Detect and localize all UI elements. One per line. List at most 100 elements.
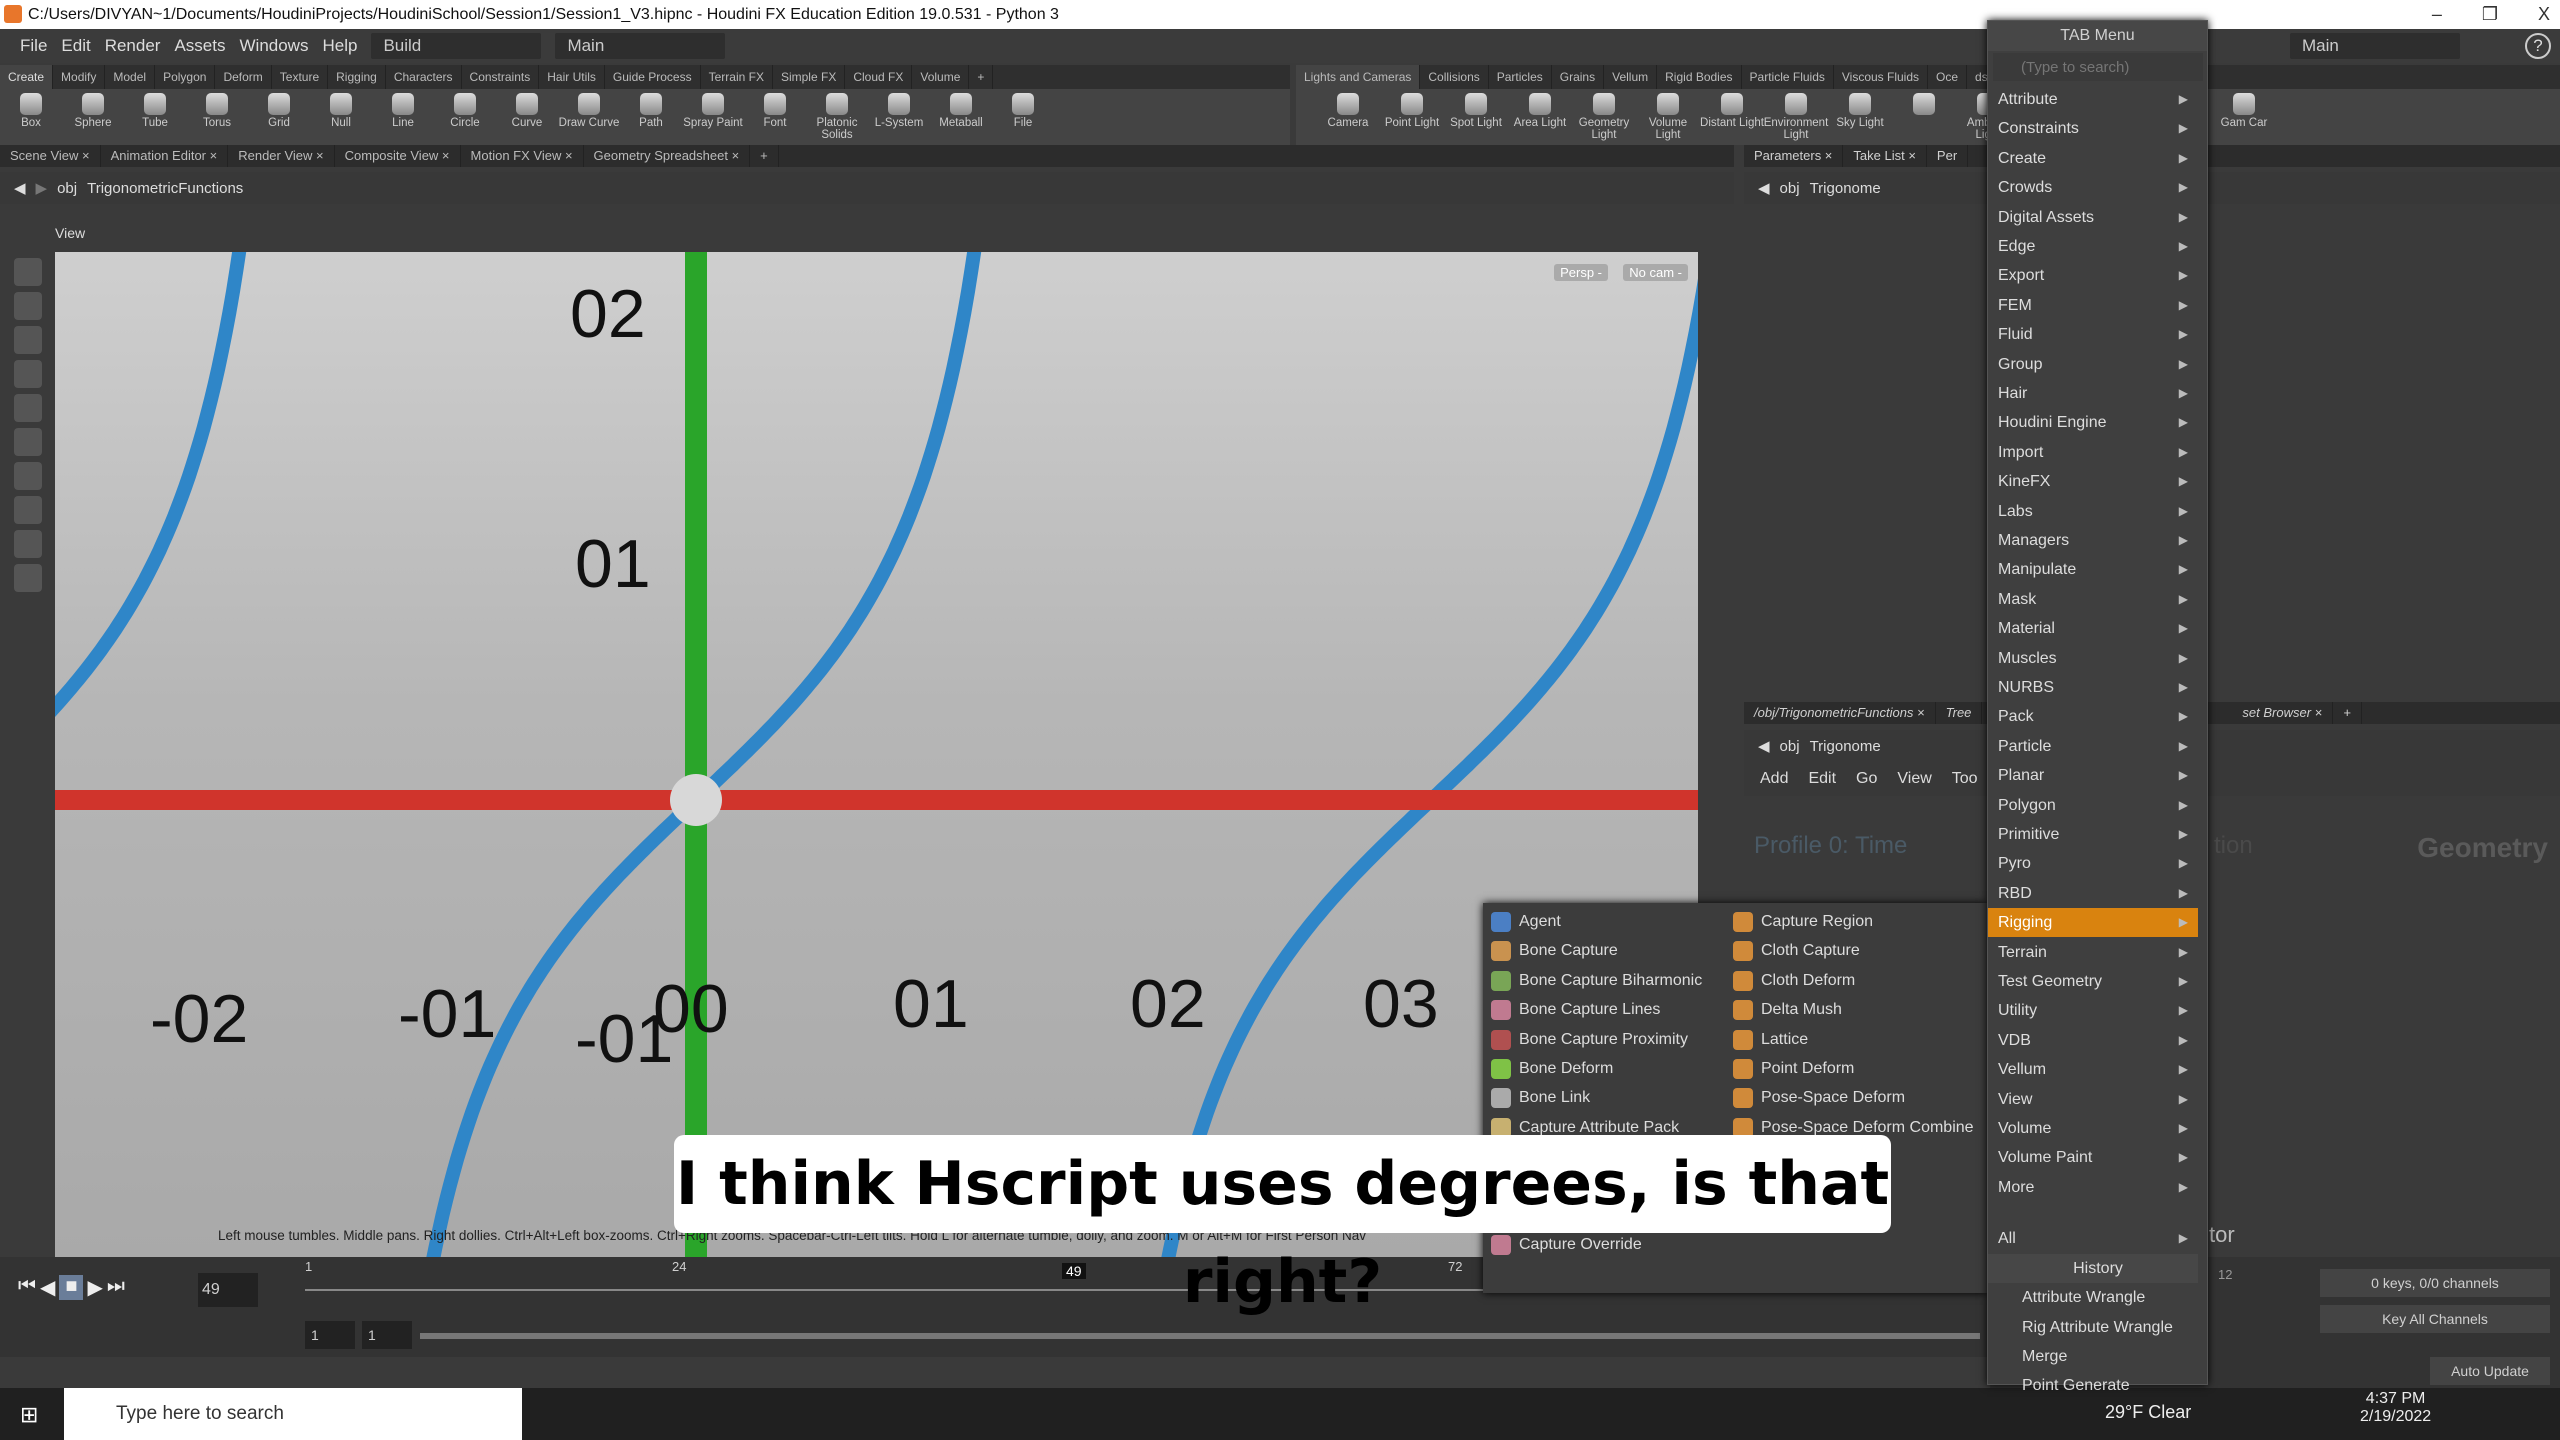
minimize-button[interactable]: – <box>2432 0 2442 29</box>
shelf-tool[interactable] <box>1892 89 1956 145</box>
shelf-tool[interactable]: L-System <box>868 89 930 145</box>
shelf-tool[interactable]: Distant Light <box>1700 89 1764 145</box>
submenu-item[interactable]: Point Deform <box>1725 1054 1854 1083</box>
shelf-tab[interactable]: + <box>969 65 994 89</box>
path-root[interactable]: obj <box>1780 180 1800 197</box>
history-item[interactable]: Rig Attribute Wrangle <box>1988 1313 2198 1342</box>
shelf-tool[interactable]: Volume Light <box>1636 89 1700 145</box>
back-icon[interactable]: ◀ <box>1758 179 1770 197</box>
tab-menu-item-primitive[interactable]: Primitive ▶ <box>1988 820 2198 849</box>
shelf-tool[interactable]: Point Light <box>1380 89 1444 145</box>
pane-tab[interactable]: /obj/TrigonometricFunctions × <box>1744 702 1936 724</box>
shelf-tab[interactable]: Hair Utils <box>539 65 605 89</box>
submenu-item[interactable]: Cloth Capture <box>1725 936 1860 965</box>
tab-menu-item-rbd[interactable]: RBD ▶ <box>1988 879 2198 908</box>
history-item[interactable]: Attribute Wrangle <box>1988 1283 2198 1312</box>
shelf-tab[interactable]: Simple FX <box>773 65 846 89</box>
tab-menu-item-terrain[interactable]: Terrain ▶ <box>1988 938 2198 967</box>
shelf-tool[interactable]: Box <box>0 89 62 145</box>
tab-menu-item-polygon[interactable]: Polygon ▶ <box>1988 791 2198 820</box>
tab-menu-item-view[interactable]: View ▶ <box>1988 1085 2198 1114</box>
tab-menu-item-all[interactable]: All ▶ <box>1988 1224 2198 1253</box>
tool-icon[interactable] <box>13 530 42 558</box>
play-button[interactable]: ▶ <box>87 1275 102 1300</box>
tab-menu-item-mask[interactable]: Mask ▶ <box>1988 585 2198 614</box>
path-node[interactable]: Trigonome <box>1810 738 1881 755</box>
shelf-tool[interactable]: Circle <box>434 89 496 145</box>
tab-menu-item-fluid[interactable]: Fluid ▶ <box>1988 320 2198 349</box>
shelf-tool[interactable]: Spot Light <box>1444 89 1508 145</box>
jump-start-button[interactable]: ⏮ <box>18 1275 36 1300</box>
menu-assets[interactable]: Assets <box>174 36 225 56</box>
back-icon[interactable]: ◀ <box>14 179 26 197</box>
frame-field[interactable]: 49 <box>198 1273 258 1307</box>
tab-menu-item-pack[interactable]: Pack ▶ <box>1988 702 2198 731</box>
network-menu-item[interactable]: Go <box>1856 770 1877 788</box>
shelf-tool[interactable]: Spray Paint <box>682 89 744 145</box>
shelf-tool[interactable]: Area Light <box>1508 89 1572 145</box>
clock[interactable]: 4:37 PM 2/19/2022 <box>2360 1390 2431 1426</box>
shelf-tab[interactable]: Model <box>105 65 156 89</box>
shelf-tab[interactable]: Constraints <box>462 65 540 89</box>
shelf-tab[interactable]: Texture <box>272 65 329 89</box>
shelf-tool[interactable]: Platonic Solids <box>806 89 868 145</box>
shelf-tool[interactable]: Environment Light <box>1764 89 1828 145</box>
pane-tab[interactable]: Tree <box>1936 702 1983 724</box>
tab-menu-item-rigging[interactable]: Rigging ▶ <box>1988 908 2198 938</box>
pane-tab[interactable]: + <box>2333 702 2362 724</box>
shelf-tool[interactable]: File <box>992 89 1054 145</box>
forward-icon[interactable]: ▶ <box>36 179 48 197</box>
tab-menu-item-volume-paint[interactable]: Volume Paint ▶ <box>1988 1143 2198 1172</box>
shelf-tab[interactable]: Viscous Fluids <box>1834 65 1929 89</box>
network-menu-item[interactable]: Add <box>1760 770 1788 788</box>
tool-icon[interactable] <box>13 564 42 592</box>
path-root[interactable]: obj <box>1780 738 1800 755</box>
shelf-tool[interactable]: Line <box>372 89 434 145</box>
tool-icon[interactable] <box>13 394 42 422</box>
submenu-item[interactable]: Bone Capture Lines <box>1483 995 1660 1024</box>
shelf-tab[interactable]: Collisions <box>1420 65 1489 89</box>
tool-icon[interactable] <box>13 258 42 286</box>
weather[interactable]: 29°F Clear <box>2105 1402 2191 1423</box>
scene-viewport[interactable]: -02 -01 00 01 02 03 04 02 01 -01 Persp -… <box>55 252 1698 1257</box>
play-reverse-button[interactable]: ◀ <box>40 1275 55 1300</box>
shelf-tool[interactable]: Sphere <box>62 89 124 145</box>
windows-start-icon[interactable]: ⊞ <box>20 1402 38 1428</box>
pane-tab[interactable]: Take List × <box>1843 145 1927 167</box>
context-dropdown[interactable]: Main <box>555 33 726 59</box>
submenu-item[interactable]: Bone Deform <box>1483 1054 1613 1083</box>
stop-button[interactable]: ■ <box>59 1275 84 1300</box>
pane-tab[interactable]: Parameters × <box>1744 145 1844 167</box>
shelf-tab[interactable]: Grains <box>1552 65 1605 89</box>
path-node[interactable]: TrigonometricFunctions <box>87 180 243 197</box>
tab-menu-item-pyro[interactable]: Pyro ▶ <box>1988 849 2198 878</box>
menu-windows[interactable]: Windows <box>240 36 309 56</box>
path-root[interactable]: obj <box>57 180 77 197</box>
tab-menu-item-utility[interactable]: Utility ▶ <box>1988 996 2198 1025</box>
submenu-item[interactable]: Lattice <box>1725 1025 1808 1054</box>
shelf-tab[interactable]: Cloud FX <box>845 65 913 89</box>
tab-menu-item-muscles[interactable]: Muscles ▶ <box>1988 644 2198 673</box>
tab-menu-item-material[interactable]: Material ▶ <box>1988 614 2198 643</box>
shelf-tool[interactable]: Gam Car <box>2212 89 2276 145</box>
close-button[interactable]: X <box>2538 0 2550 29</box>
pane-tab[interactable]: Motion FX View × <box>461 145 584 167</box>
tab-menu-item-digital-assets[interactable]: Digital Assets ▶ <box>1988 203 2198 232</box>
path-node[interactable]: Trigonome <box>1810 180 1881 197</box>
pane-tab[interactable]: Per <box>1927 145 1969 167</box>
history-item[interactable]: Merge <box>1988 1342 2198 1371</box>
tool-icon[interactable] <box>13 496 42 524</box>
submenu-item[interactable]: Delta Mush <box>1725 995 1842 1024</box>
camera-menu[interactable]: No cam - <box>1623 264 1688 281</box>
tab-menu-item-more[interactable]: More ▶ <box>1988 1173 2198 1202</box>
tab-menu-item-fem[interactable]: FEM ▶ <box>1988 291 2198 320</box>
shelf-tool[interactable]: Torus <box>186 89 248 145</box>
range-start-field[interactable]: 1 <box>305 1321 355 1349</box>
menu-help[interactable]: Help <box>322 36 357 56</box>
network-menu-item[interactable]: View <box>1897 770 1931 788</box>
shelf-tool[interactable]: Sky Light <box>1828 89 1892 145</box>
help-button[interactable]: ? <box>2525 33 2551 59</box>
tab-menu-item-attribute[interactable]: Attribute ▶ <box>1988 85 2198 114</box>
desktop-dropdown[interactable]: Build <box>371 33 542 59</box>
tab-menu-item-kinefx[interactable]: KineFX ▶ <box>1988 467 2198 496</box>
